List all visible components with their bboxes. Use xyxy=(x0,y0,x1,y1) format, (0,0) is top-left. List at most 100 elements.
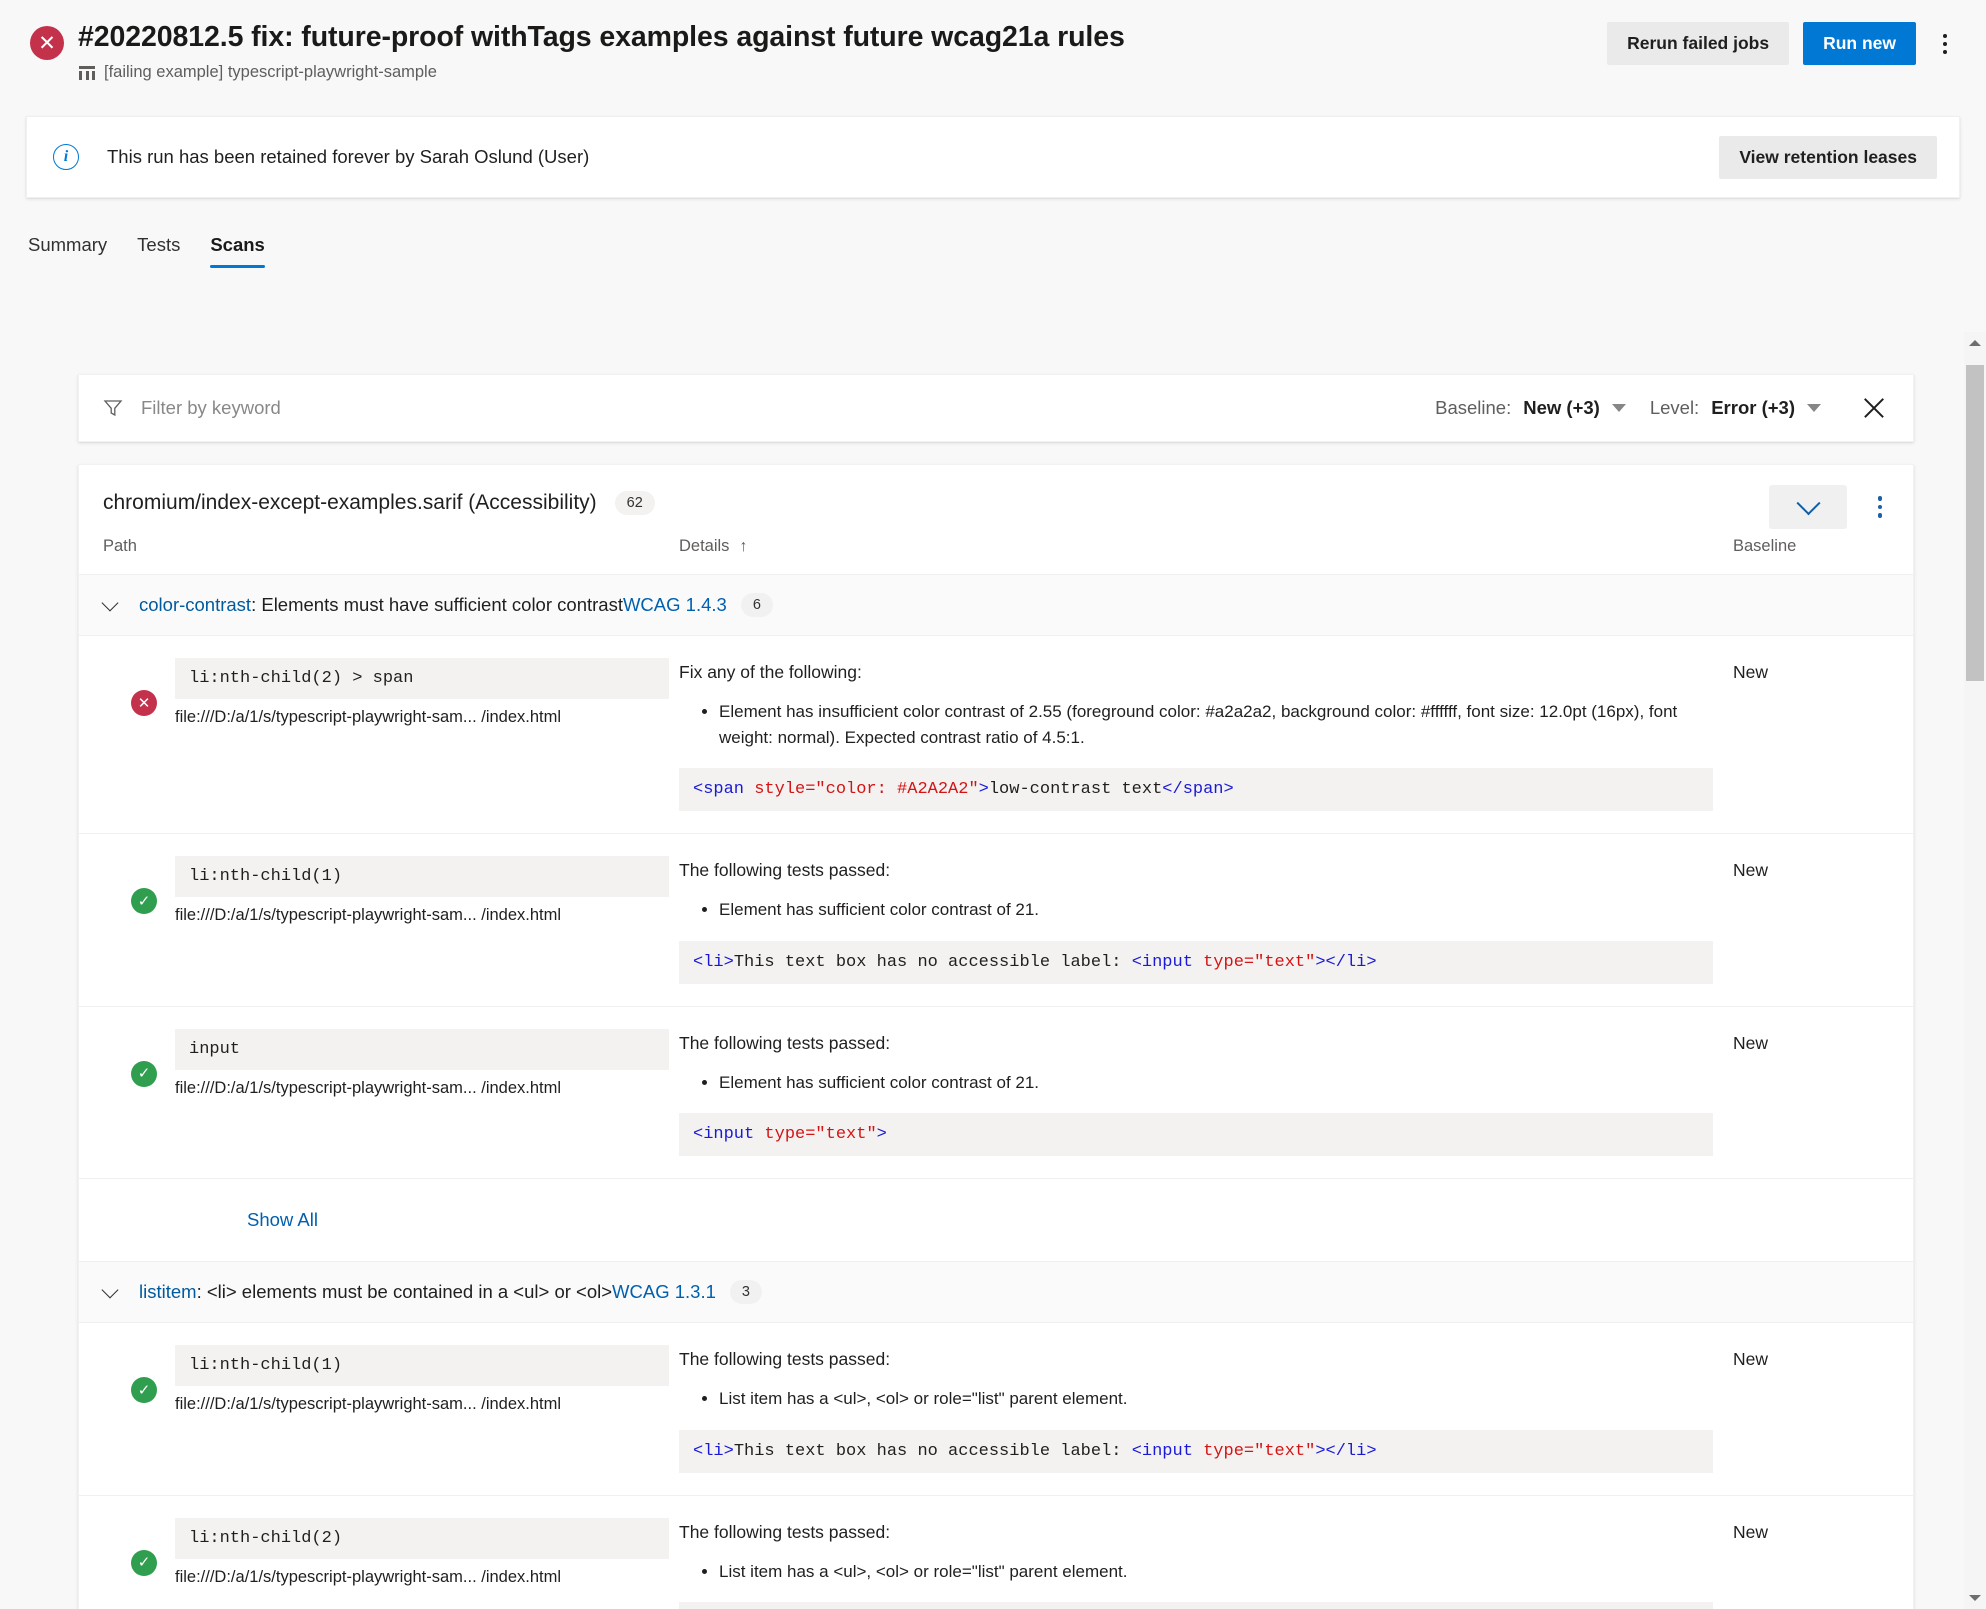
baseline-filter-dropdown[interactable]: Baseline: New (+3) xyxy=(1425,389,1636,427)
code-token: <span xyxy=(693,780,754,799)
details-bullet-list: Element has sufficient color contrast of… xyxy=(679,897,1713,923)
baseline-cell: New xyxy=(1733,1323,1913,1496)
tab-summary[interactable]: Summary xyxy=(28,234,107,268)
column-header-path[interactable]: Path xyxy=(79,537,669,575)
clear-filters-icon[interactable] xyxy=(1857,391,1891,425)
code-snippet: <span style="color: #A2A2A2">low-contras… xyxy=(679,768,1713,811)
tab-tests[interactable]: Tests xyxy=(137,234,180,268)
rule-group-row[interactable]: listitem: <li> elements must be containe… xyxy=(79,1262,1913,1323)
success-check-icon: ✓ xyxy=(131,1550,157,1576)
scan-result-count-badge: 62 xyxy=(615,491,655,515)
page-header: ✕ #20220812.5 fix: future-proof withTags… xyxy=(0,0,1986,108)
detail-bullet: Element has sufficient color contrast of… xyxy=(719,897,1713,923)
code-token: type="text" xyxy=(764,1125,876,1144)
code-token: low-contrast text xyxy=(989,780,1162,799)
code-snippet: <input type="text"> xyxy=(679,1113,1713,1156)
path-cell: ✕li:nth-child(2) > spanfile:///D:/a/1/s/… xyxy=(79,636,669,834)
code-token: > xyxy=(979,780,989,799)
baseline-cell: New xyxy=(1733,1495,1913,1609)
css-selector: li:nth-child(1) xyxy=(175,856,669,897)
path-cell: ✓li:nth-child(1)file:///D:/a/1/s/typescr… xyxy=(79,1323,669,1496)
scan-card-header: chromium/index-except-examples.sarif (Ac… xyxy=(79,465,1913,537)
code-snippet: <li>This text's color contrast is too lo… xyxy=(679,1602,1713,1609)
rule-group-row[interactable]: color-contrast: Elements must have suffi… xyxy=(79,575,1913,636)
css-selector: li:nth-child(2) xyxy=(175,1518,669,1559)
table-header-row: Path Details ↑ Baseline xyxy=(79,537,1913,575)
details-cell: The following tests passed:Element has s… xyxy=(669,1006,1733,1179)
detail-bullet: Element has sufficient color contrast of… xyxy=(719,1070,1713,1096)
scan-more-actions-icon[interactable] xyxy=(1865,487,1895,527)
file-path: file:///D:/a/1/s/typescript-playwright-s… xyxy=(175,708,669,727)
view-retention-leases-button[interactable]: View retention leases xyxy=(1719,136,1937,179)
details-cell: The following tests passed:Element has s… xyxy=(669,834,1733,1007)
details-heading: Fix any of the following: xyxy=(679,662,1713,683)
details-cell: The following tests passed:List item has… xyxy=(669,1495,1733,1609)
chevron-down-icon[interactable] xyxy=(103,596,121,614)
baseline-cell: New xyxy=(1733,636,1913,834)
table-row[interactable]: ✓li:nth-child(2)file:///D:/a/1/s/typescr… xyxy=(79,1495,1913,1609)
wcag-link[interactable]: WCAG 1.3.1 xyxy=(612,1281,716,1303)
path-cell: ✓inputfile:///D:/a/1/s/typescript-playwr… xyxy=(79,1006,669,1179)
filter-keyword-input[interactable] xyxy=(139,396,559,420)
rerun-failed-jobs-button[interactable]: Rerun failed jobs xyxy=(1607,22,1789,65)
baseline-filter-label: Baseline: xyxy=(1435,397,1511,419)
pipeline-icon xyxy=(78,63,96,81)
filter-bar: Baseline: New (+3) Level: Error (+3) xyxy=(78,374,1914,442)
info-icon: i xyxy=(53,144,79,170)
wcag-link[interactable]: WCAG 1.4.3 xyxy=(623,594,727,616)
css-selector: li:nth-child(2) > span xyxy=(175,658,669,699)
column-header-details-label: Details xyxy=(679,537,729,555)
retention-banner: i This run has been retained forever by … xyxy=(26,116,1960,198)
scrollbar-thumb[interactable] xyxy=(1966,365,1984,681)
table-row[interactable]: ✓inputfile:///D:/a/1/s/typescript-playwr… xyxy=(79,1006,1913,1179)
more-actions-icon[interactable] xyxy=(1930,24,1960,64)
level-filter-dropdown[interactable]: Level: Error (+3) xyxy=(1640,389,1831,427)
pipeline-name: [failing example] typescript-playwright-… xyxy=(104,63,437,82)
file-path: file:///D:/a/1/s/typescript-playwright-s… xyxy=(175,906,669,925)
column-header-details[interactable]: Details ↑ xyxy=(669,537,1733,575)
scan-result-card: chromium/index-except-examples.sarif (Ac… xyxy=(78,464,1914,1609)
column-header-baseline[interactable]: Baseline xyxy=(1733,537,1913,575)
error-circle-icon: ✕ xyxy=(30,26,64,60)
chevron-down-icon[interactable] xyxy=(103,1283,121,1301)
rule-id[interactable]: listitem xyxy=(139,1281,197,1303)
table-row[interactable]: ✕li:nth-child(2) > spanfile:///D:/a/1/s/… xyxy=(79,636,1913,834)
scroll-up-arrow-icon[interactable] xyxy=(1964,332,1986,354)
code-token: > xyxy=(877,1125,887,1144)
rule-id[interactable]: color-contrast xyxy=(139,594,251,616)
rule-group-cell: listitem: <li> elements must be containe… xyxy=(79,1262,1913,1323)
sort-ascending-icon: ↑ xyxy=(739,538,747,555)
code-token: type="text" xyxy=(1203,953,1315,972)
show-all-link[interactable]: Show All xyxy=(247,1209,318,1231)
pipeline-breadcrumb: [failing example] typescript-playwright-… xyxy=(78,63,1956,82)
details-bullet-list: Element has insufficient color contrast … xyxy=(679,699,1713,750)
scan-file-title: chromium/index-except-examples.sarif (Ac… xyxy=(103,491,597,515)
code-token: > xyxy=(1315,1442,1325,1461)
show-all-cell: Show All xyxy=(79,1179,1913,1262)
success-check-icon: ✓ xyxy=(131,1377,157,1403)
file-path: file:///D:/a/1/s/typescript-playwright-s… xyxy=(175,1079,669,1098)
scan-results-body: color-contrast: Elements must have suffi… xyxy=(79,575,1913,1609)
details-cell: Fix any of the following: Element has ins… xyxy=(669,636,1733,834)
baseline-cell: New xyxy=(1733,1006,1913,1179)
code-snippet: <li>This text box has no accessible labe… xyxy=(679,941,1713,984)
chevron-down-icon xyxy=(1796,491,1820,515)
code-token: style="color: #A2A2A2" xyxy=(754,780,978,799)
detail-bullet: Element has insufficient color contrast … xyxy=(719,699,1713,750)
header-actions: Rerun failed jobs Run new xyxy=(1607,22,1960,65)
detail-bullet: List item has a <ul>, <ol> or role="list… xyxy=(719,1386,1713,1412)
code-token: </span> xyxy=(1162,780,1233,799)
table-row[interactable]: ✓li:nth-child(1)file:///D:/a/1/s/typescr… xyxy=(79,1323,1913,1496)
run-new-button[interactable]: Run new xyxy=(1803,22,1916,65)
scroll-down-arrow-icon[interactable] xyxy=(1964,1587,1986,1609)
vertical-scrollbar[interactable] xyxy=(1964,332,1986,1609)
scan-results-table: Path Details ↑ Baseline color-contrast: E… xyxy=(79,537,1913,1609)
code-token: type="text" xyxy=(1203,1442,1315,1461)
details-heading: The following tests passed: xyxy=(679,1349,1713,1370)
tab-scans[interactable]: Scans xyxy=(210,234,265,268)
show-all-row: Show All xyxy=(79,1179,1913,1262)
table-row[interactable]: ✓li:nth-child(1)file:///D:/a/1/s/typescr… xyxy=(79,834,1913,1007)
collapse-scan-button[interactable] xyxy=(1769,485,1847,529)
chevron-down-icon xyxy=(1612,404,1626,412)
file-path: file:///D:/a/1/s/typescript-playwright-s… xyxy=(175,1395,669,1414)
